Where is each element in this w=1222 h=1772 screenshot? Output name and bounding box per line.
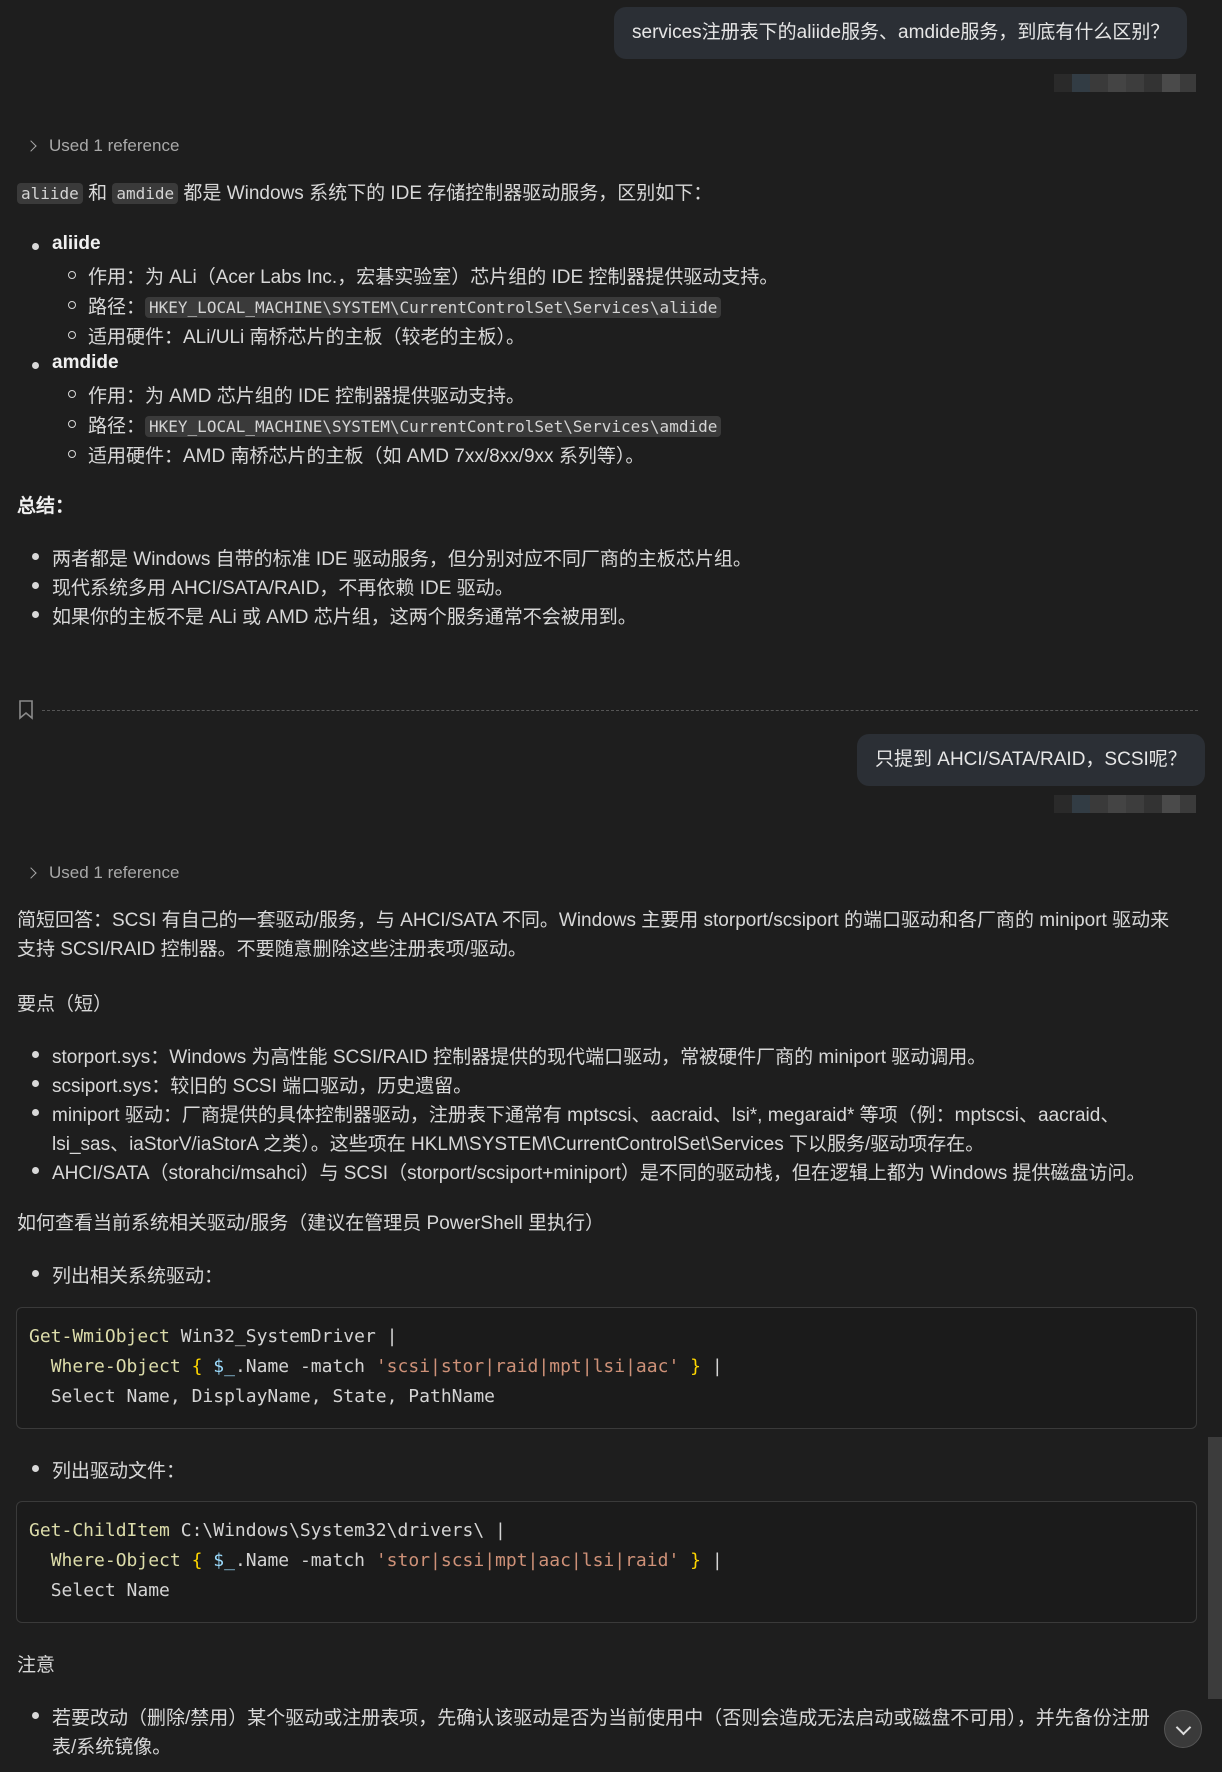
list-item-continued: lsi_sas、iaStorV/iaStorA 之类）。这些项在 HKLM\SY… bbox=[52, 1134, 985, 1155]
list-item: 两者都是 Windows 自带的标准 IDE 驱动服务，但分别对应不同厂商的主板… bbox=[52, 549, 752, 570]
code-token: 'stor|scsi|mpt|aac|lsi|raid' bbox=[375, 1550, 680, 1571]
list-item-title: aliide bbox=[52, 233, 101, 254]
bullet-circle-icon bbox=[68, 390, 76, 398]
bullet-circle-icon bbox=[68, 301, 76, 309]
bullet-icon bbox=[32, 1270, 39, 1277]
section-heading: 注意 bbox=[17, 1655, 56, 1676]
scrollbar-thumb[interactable] bbox=[1208, 1437, 1222, 1699]
message-divider bbox=[42, 710, 1198, 711]
code-line: Where-Object { $_.Name -match 'scsi|stor… bbox=[50, 1356, 723, 1377]
section-heading: 总结： bbox=[17, 496, 75, 517]
used-reference-label: Used 1 reference bbox=[49, 863, 180, 882]
bullet-icon bbox=[32, 582, 39, 589]
bullet-icon bbox=[32, 1051, 39, 1058]
bullet-icon bbox=[32, 243, 39, 250]
list-item: AHCI/SATA（storahci/msahci）与 SCSI（storpor… bbox=[52, 1163, 1146, 1184]
bullet-icon bbox=[32, 553, 39, 560]
used-reference-toggle[interactable]: Used 1 reference bbox=[25, 136, 180, 156]
answer-text: 支持 SCSI/RAID 控制器。不要随意删除这些注册表项/驱动。 bbox=[17, 939, 527, 960]
list-item: storport.sys：Windows 为高性能 SCSI/RAID 控制器提… bbox=[52, 1047, 987, 1068]
code-token: C:\Windows\System32\drivers\ bbox=[169, 1520, 495, 1541]
code-token: Get-ChildItem bbox=[29, 1520, 170, 1541]
list-item: scsiport.sys：较旧的 SCSI 端口驱动，历史遗留。 bbox=[52, 1076, 473, 1097]
code-line: Select Name bbox=[29, 1580, 170, 1601]
code-line: Where-Object { $_.Name -match 'stor|scsi… bbox=[50, 1550, 723, 1571]
list-item: 现代系统多用 AHCI/SATA/RAID，不再依赖 IDE 驱动。 bbox=[52, 578, 514, 599]
code-token: .Name -match bbox=[234, 1356, 376, 1377]
code-line: Get-ChildItem C:\Windows\System32\driver… bbox=[29, 1520, 506, 1541]
code-block[interactable]: Get-ChildItem C:\Windows\System32\driver… bbox=[16, 1501, 1197, 1623]
code-token: Select Name, DisplayName, State, PathNam… bbox=[50, 1386, 496, 1407]
list-item: 路径： HKEY_LOCAL_MACHINE\SYSTEM\CurrentCont… bbox=[88, 411, 722, 438]
list-item: miniport 驱动：厂商提供的具体控制器驱动，注册表下通常有 mptscsi… bbox=[52, 1105, 1120, 1126]
bullet-circle-icon bbox=[68, 450, 76, 458]
code-token: $_ bbox=[213, 1550, 235, 1571]
message-meta-blurred bbox=[1054, 74, 1196, 92]
code-line: Get-WmiObject Win32_SystemDriver | bbox=[29, 1326, 398, 1347]
user-message-text: services注册表下的aliide服务、amdide服务，到底有什么区别？ bbox=[632, 22, 1170, 43]
list-item: 路径： HKEY_LOCAL_MACHINE\SYSTEM\CurrentCont… bbox=[88, 292, 722, 319]
used-reference-toggle[interactable]: Used 1 reference bbox=[25, 863, 180, 883]
bullet-icon bbox=[32, 1080, 39, 1087]
answer-text: 简短回答：SCSI 有自己的一套驱动/服务，与 AHCI/SATA 不同。Win… bbox=[17, 910, 1170, 931]
code-token: Select Name bbox=[50, 1580, 170, 1601]
code-token: Where-Object bbox=[50, 1356, 181, 1377]
bullet-icon bbox=[32, 1167, 39, 1174]
list-item: 如果你的主板不是 ALi 或 AMD 芯片组，这两个服务通常不会被用到。 bbox=[52, 607, 637, 628]
code-block[interactable]: Get-WmiObject Win32_SystemDriver | Where… bbox=[16, 1307, 1197, 1429]
code-token: $_ bbox=[213, 1356, 235, 1377]
list-item: 列出相关系统驱动： bbox=[52, 1266, 224, 1287]
bullet-circle-icon bbox=[68, 331, 76, 339]
inline-code: HKEY_LOCAL_MACHINE\SYSTEM\CurrentControl… bbox=[145, 297, 722, 318]
user-message-bubble: services注册表下的aliide服务、amdide服务，到底有什么区别？ bbox=[614, 7, 1188, 59]
list-item: 若要改动（删除/禁用）某个驱动或注册表项，先确认该驱动是否为当前使用中（否则会造… bbox=[52, 1708, 1150, 1729]
list-item: 列出驱动文件： bbox=[52, 1461, 186, 1482]
list-item: 适用硬件：AMD 南桥芯片的主板（如 AMD 7xx/8xx/9xx 系列等）。 bbox=[88, 446, 645, 467]
chevron-down-icon bbox=[1175, 1719, 1192, 1736]
user-message-bubble: 只提到 AHCI/SATA/RAID，SCSI呢？ bbox=[857, 734, 1205, 786]
text: 路径： bbox=[88, 416, 146, 437]
bookmark-icon[interactable] bbox=[18, 700, 34, 720]
list-item-title: amdide bbox=[52, 352, 119, 373]
inline-code: amdide bbox=[112, 183, 179, 204]
used-reference-label: Used 1 reference bbox=[49, 136, 180, 155]
bullet-icon bbox=[32, 1712, 39, 1719]
message-meta-blurred bbox=[1054, 795, 1196, 813]
code-line: Select Name, DisplayName, State, PathNam… bbox=[29, 1386, 495, 1407]
bullet-circle-icon bbox=[68, 420, 76, 428]
list-item-continued: 表/系统镜像。 bbox=[52, 1737, 172, 1758]
list-item: 作用：为 AMD 芯片组的 IDE 控制器提供驱动支持。 bbox=[88, 386, 526, 407]
chevron-right-icon bbox=[25, 140, 37, 152]
code-token: Where-Object bbox=[50, 1550, 181, 1571]
bullet-icon bbox=[32, 1465, 39, 1472]
code-token: Get-WmiObject bbox=[29, 1326, 170, 1347]
list-item: 适用硬件：ALi/ULi 南桥芯片的主板（较老的主板）。 bbox=[88, 327, 526, 348]
list-item: 作用：为 ALi（Acer Labs Inc.，宏碁实验室）芯片组的 IDE 控… bbox=[88, 267, 779, 288]
bullet-icon bbox=[32, 362, 39, 369]
text: 路径： bbox=[88, 297, 146, 318]
answer-text: 如何查看当前系统相关驱动/服务（建议在管理员 PowerShell 里执行） bbox=[17, 1213, 604, 1234]
inline-code: aliide bbox=[17, 183, 83, 204]
text: 和 bbox=[82, 183, 113, 204]
inline-code: HKEY_LOCAL_MACHINE\SYSTEM\CurrentControl… bbox=[145, 416, 722, 437]
bullet-icon bbox=[32, 1109, 39, 1116]
answer-intro: aliide 和 amdide 都是 Windows 系统下的 IDE 存储控制… bbox=[17, 178, 712, 205]
code-token: .Name -match bbox=[234, 1550, 376, 1571]
chevron-right-icon bbox=[25, 867, 37, 879]
bullet-circle-icon bbox=[68, 271, 76, 279]
text: 都是 Windows 系统下的 IDE 存储控制器驱动服务，区别如下： bbox=[178, 183, 713, 204]
code-token: Win32_SystemDriver bbox=[169, 1326, 387, 1347]
user-message-text: 只提到 AHCI/SATA/RAID，SCSI呢？ bbox=[875, 749, 1187, 770]
code-token: 'scsi|stor|raid|mpt|lsi|aac' bbox=[375, 1356, 680, 1377]
section-heading: 要点（短） bbox=[17, 994, 113, 1015]
scroll-to-bottom-button[interactable] bbox=[1164, 1710, 1202, 1748]
bullet-icon bbox=[32, 611, 39, 618]
